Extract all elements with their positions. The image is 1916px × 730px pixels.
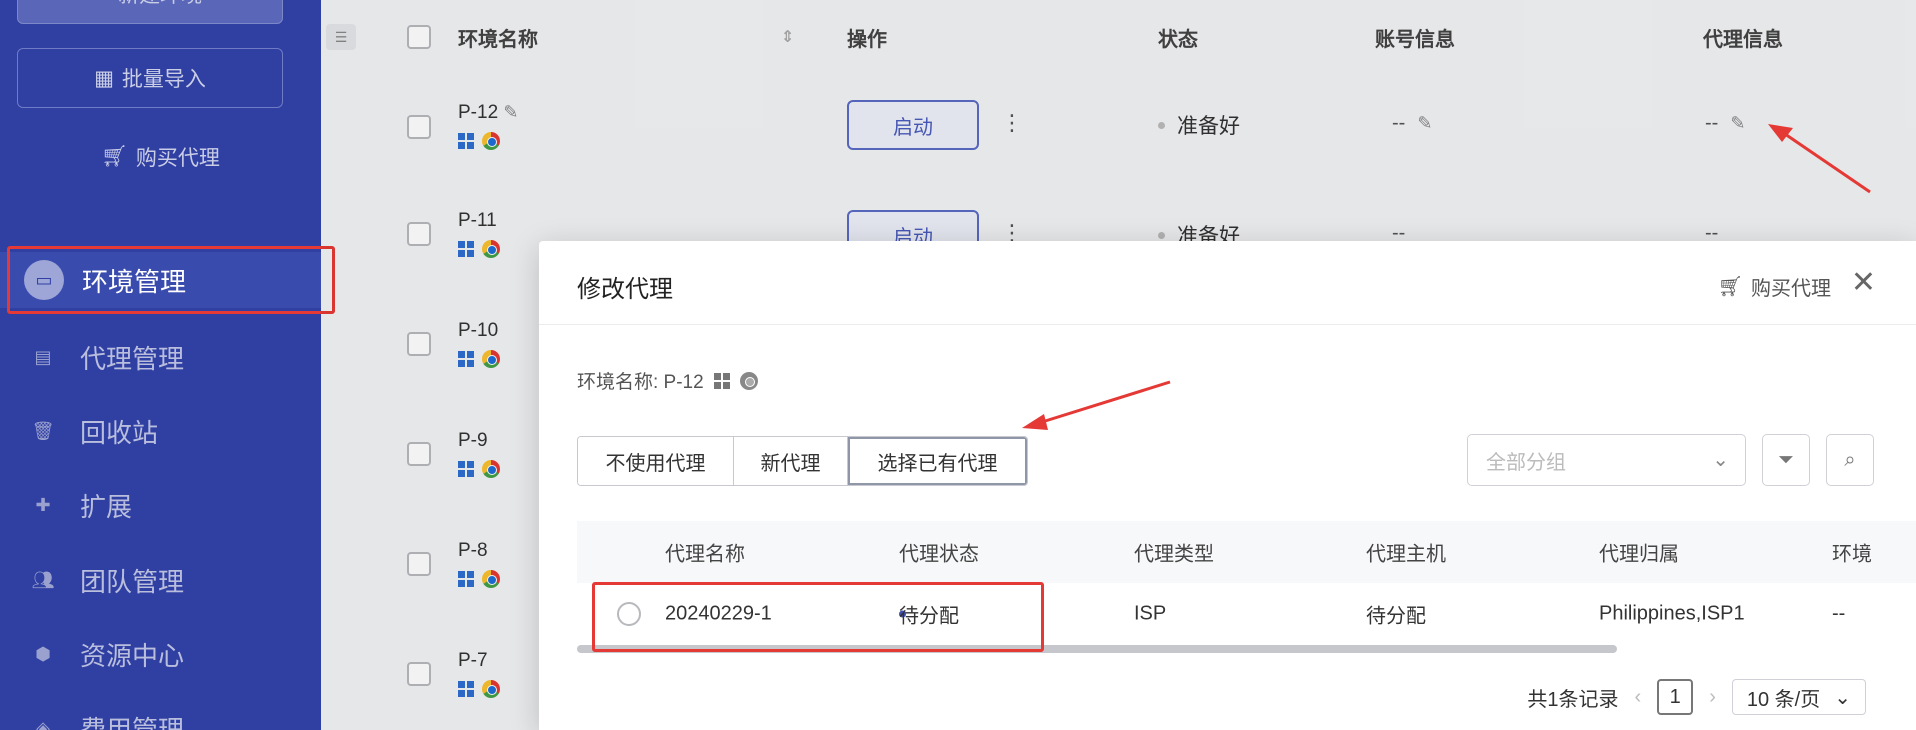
proxy-table: 代理名称 代理状态 代理类型 代理主机 代理归属 环境 20240229-1 待… xyxy=(577,521,1916,653)
buy-proxy-label: 购买代理 xyxy=(1751,278,1831,300)
sidebar-item-team[interactable]: 👥︎ 团队管理 xyxy=(0,552,321,608)
column-header-proxy-name: 代理名称 xyxy=(665,543,745,566)
pagination: 共1条记录 ‹ 1 › 10 条/页 ⌄ xyxy=(1527,679,1866,715)
group-select-placeholder: 全部分组 xyxy=(1486,451,1566,474)
wallet-icon: ◈ xyxy=(36,717,50,730)
prev-page-icon[interactable]: ‹ xyxy=(1635,686,1642,709)
new-environment-button[interactable]: + 新建环境 xyxy=(17,0,283,24)
sidebar-item-label: 代理管理 xyxy=(80,343,185,374)
search-button[interactable]: ⌕ xyxy=(1826,434,1874,486)
total-records: 共1条记录 xyxy=(1527,688,1619,711)
proxy-owner: Philippines,ISP1 xyxy=(1599,602,1745,625)
tab-new-proxy[interactable]: 新代理 xyxy=(734,437,848,485)
server-icon: ▤ xyxy=(34,346,52,367)
sidebar-item-recycle-bin[interactable]: 🗑︎ 回收站 xyxy=(0,403,321,459)
column-header-env: 环境 xyxy=(1832,543,1872,566)
sidebar-item-extensions[interactable]: ✚ 扩展 xyxy=(0,477,321,533)
proxy-env: -- xyxy=(1832,602,1846,625)
batch-import-label: 批量导入 xyxy=(121,68,206,91)
chrome-icon xyxy=(739,371,758,390)
page-size-label: 10 条/页 xyxy=(1746,688,1821,711)
sidebar-item-label: 团队管理 xyxy=(80,566,185,597)
plus-icon: + xyxy=(98,0,110,6)
chevron-down-icon: ⌄ xyxy=(1712,449,1729,471)
proxy-mode-tabs: 不使用代理 新代理 选择已有代理 xyxy=(577,436,1028,486)
next-page-icon[interactable]: › xyxy=(1709,686,1716,709)
proxy-name: 20240229-1 xyxy=(665,602,772,625)
sidebar-item-proxies[interactable]: ▤ 代理管理 xyxy=(0,329,321,385)
page-size-select[interactable]: 10 条/页 ⌄ xyxy=(1731,679,1866,715)
close-icon[interactable]: ✕ xyxy=(1851,265,1876,300)
buy-proxy-link[interactable]: 🛒︎ 购买代理 xyxy=(1718,272,1831,301)
cart-icon: 🛒︎ xyxy=(1717,276,1743,298)
column-header-proxy-host: 代理主机 xyxy=(1366,543,1446,566)
proxy-type: ISP xyxy=(1134,602,1167,625)
sidebar-item-label: 环境管理 xyxy=(82,266,187,297)
chevron-down-icon: ⌄ xyxy=(1834,686,1851,709)
sidebar-item-label: 资源中心 xyxy=(80,640,185,671)
modal-title: 修改代理 xyxy=(577,276,673,303)
horizontal-scrollbar[interactable] xyxy=(577,645,1617,653)
row-radio[interactable] xyxy=(617,602,641,626)
filter-button[interactable]: ⏷ xyxy=(1762,434,1810,486)
env-label-text: 环境名称: P-12 xyxy=(577,372,704,393)
tab-existing-proxy[interactable]: 选择已有代理 xyxy=(848,437,1027,485)
edit-proxy-modal: 修改代理 🛒︎ 购买代理 ✕ 环境名称: P-12 不使用代理 新代理 选择已有… xyxy=(539,241,1916,730)
column-header-proxy-owner: 代理归属 xyxy=(1599,543,1679,566)
column-header-proxy-status: 代理状态 xyxy=(899,543,979,566)
sidebar-item-label: 扩展 xyxy=(80,491,133,522)
sidebar-item-label: 回收站 xyxy=(80,417,159,448)
trash-icon: 🗑︎ xyxy=(31,420,55,441)
buy-proxy-link[interactable]: 🛒︎ 购买代理 xyxy=(0,140,321,174)
batch-import-button[interactable]: ▦ 批量导入 xyxy=(17,48,283,108)
box-icon: ⬢ xyxy=(35,643,51,664)
search-icon: ⌕ xyxy=(1844,448,1856,471)
env-label: 环境名称: P-12 xyxy=(577,367,758,394)
cart-icon: 🛒︎ xyxy=(101,145,128,168)
monitor-icon: ▭ xyxy=(35,269,53,290)
table-row[interactable]: 20240229-1 待分配 ISP 待分配 Philippines,ISP1 … xyxy=(577,583,1916,645)
windows-icon xyxy=(713,372,730,389)
page-number[interactable]: 1 xyxy=(1657,679,1694,715)
filter-icon: ⏷ xyxy=(1778,448,1794,471)
group-select[interactable]: 全部分组 ⌄ xyxy=(1467,434,1746,486)
sidebar-item-environments[interactable]: ▭ 环境管理 xyxy=(0,252,321,308)
modal-header: 修改代理 🛒︎ 购买代理 ✕ xyxy=(539,241,1916,325)
sidebar-item-resources[interactable]: ⬢ 资源中心 xyxy=(0,626,321,682)
team-icon: 👥︎ xyxy=(31,569,55,590)
sidebar-item-label: 费用管理 xyxy=(80,714,185,730)
puzzle-icon: ✚ xyxy=(35,494,51,515)
import-icon: ▦ xyxy=(94,66,114,90)
tab-no-proxy[interactable]: 不使用代理 xyxy=(578,437,734,485)
new-environment-label: 新建环境 xyxy=(118,0,202,9)
sidebar-item-billing[interactable]: ◈ 费用管理 xyxy=(0,700,321,730)
proxy-host: 待分配 xyxy=(1366,605,1426,628)
column-header-proxy-type: 代理类型 xyxy=(1134,543,1214,566)
buy-proxy-label: 购买代理 xyxy=(135,147,220,170)
sidebar: + 新建环境 ▦ 批量导入 🛒︎ 购买代理 ▭ 环境管理 ▤ 代理管理 🗑︎ 回… xyxy=(0,0,321,730)
proxy-table-header: 代理名称 代理状态 代理类型 代理主机 代理归属 环境 xyxy=(577,521,1916,583)
